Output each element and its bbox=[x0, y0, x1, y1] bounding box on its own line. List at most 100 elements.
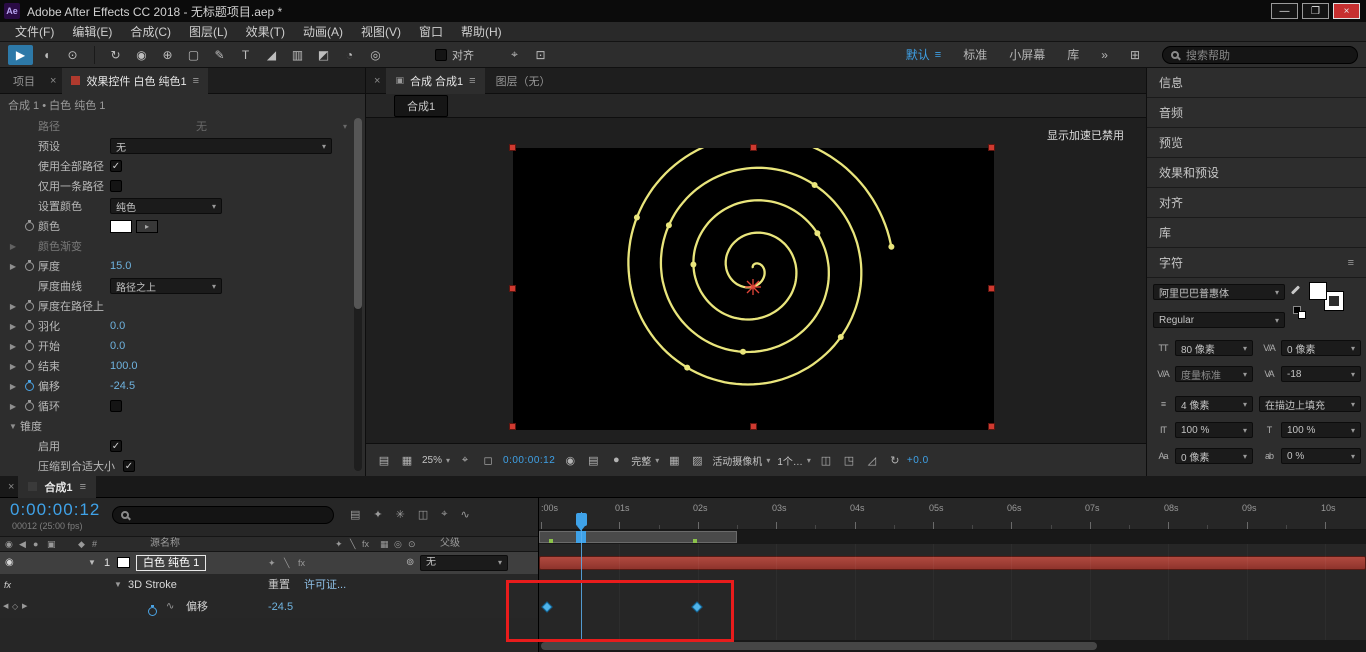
compress-checkbox[interactable] bbox=[123, 460, 135, 472]
vertical-scale-dropdown[interactable]: 100 %▾ bbox=[1175, 422, 1253, 438]
roto-brush-tool-icon[interactable]: ◔ bbox=[337, 45, 362, 65]
panel-menu-icon[interactable]: ≡ bbox=[193, 75, 199, 87]
stroke-color-swatch[interactable] bbox=[1325, 292, 1343, 310]
effect-row[interactable]: fx ▼ 3D Stroke 重置 许可证... bbox=[0, 574, 538, 596]
graph-editor-icon[interactable]: ∿ bbox=[460, 508, 469, 521]
font-size-dropdown[interactable]: 80 像素▾ bbox=[1175, 340, 1253, 356]
parent-dropdown[interactable]: 无▾ bbox=[420, 555, 508, 571]
camera-tool-icon[interactable]: ◉ bbox=[129, 45, 154, 65]
panel-tab-preview[interactable]: 预览 bbox=[1147, 128, 1366, 158]
hide-shy-icon[interactable]: ✳ bbox=[396, 508, 405, 521]
panel-tab-info[interactable]: 信息 bbox=[1147, 68, 1366, 98]
composition-viewport[interactable]: 显示加速已禁用 bbox=[366, 118, 1146, 443]
property-value[interactable]: 15.0 bbox=[110, 260, 131, 272]
eraser-tool-icon[interactable]: ◩ bbox=[311, 45, 336, 65]
selection-handle[interactable] bbox=[988, 144, 995, 151]
menu-animation[interactable]: 动画(A) bbox=[294, 23, 352, 40]
snapshot-icon[interactable]: ◉ bbox=[562, 454, 578, 467]
puppet-pin-tool-icon[interactable]: ◎ bbox=[363, 45, 388, 65]
composition-chip[interactable]: 合成1 bbox=[394, 95, 448, 117]
menu-window[interactable]: 窗口 bbox=[410, 23, 452, 40]
color-swatch[interactable] bbox=[110, 220, 132, 233]
angle-icon[interactable]: ◿ bbox=[864, 454, 880, 467]
stopwatch-icon[interactable] bbox=[20, 222, 38, 231]
pen-tool-icon[interactable]: ✎ bbox=[207, 45, 232, 65]
property-row-offset[interactable]: ◀ ◇ ▶ ∿ 偏移 -24.5 bbox=[0, 596, 538, 618]
all-paths-checkbox[interactable] bbox=[110, 160, 122, 172]
horizontal-scale-dropdown[interactable]: 100 %▾ bbox=[1281, 422, 1361, 438]
selection-handle[interactable] bbox=[750, 144, 757, 151]
selection-handle[interactable] bbox=[509, 285, 516, 292]
workspace-library[interactable]: 库 bbox=[1067, 46, 1079, 63]
fill-color-swatch[interactable] bbox=[1309, 282, 1327, 300]
expand-arrow-icon[interactable]: ▶ bbox=[6, 242, 20, 251]
menu-composition[interactable]: 合成(C) bbox=[121, 23, 180, 40]
fx-switch-icon[interactable]: fx bbox=[298, 552, 305, 574]
snap-box-icon[interactable]: ⊡ bbox=[528, 45, 553, 65]
tracking-dropdown[interactable]: -18▾ bbox=[1281, 366, 1361, 382]
effect-panel-scrollbar[interactable] bbox=[354, 118, 362, 471]
work-area-bar[interactable] bbox=[539, 530, 1366, 544]
motion-blur-icon[interactable]: ⌖ bbox=[441, 508, 447, 521]
show-channel-icon[interactable]: ● bbox=[608, 454, 624, 466]
mask-toggle-icon[interactable]: ◻ bbox=[480, 454, 496, 467]
chevron-down-icon[interactable]: ▾ bbox=[343, 122, 347, 131]
type-tool-icon[interactable]: T bbox=[233, 45, 258, 65]
close-panel-icon[interactable]: × bbox=[4, 481, 18, 493]
brush-tool-icon[interactable]: ◢ bbox=[259, 45, 284, 65]
panel-menu-icon[interactable]: ≡ bbox=[469, 75, 475, 87]
expand-arrow-icon[interactable]: ▶ bbox=[6, 302, 20, 311]
current-timecode[interactable]: 0:00:00:12 bbox=[10, 500, 100, 520]
workspace-menu-icon[interactable]: ≡ bbox=[935, 49, 941, 61]
property-name[interactable]: 偏移 bbox=[186, 596, 208, 618]
layer-row[interactable]: ◉ ▼ 1 白色 纯色 1 ✦ ╲ fx ⊚ 无▾ bbox=[0, 552, 538, 574]
fill-stroke-order-dropdown[interactable]: 在描边上填充▾ bbox=[1259, 396, 1361, 412]
reset-exposure-icon[interactable]: ↻ bbox=[887, 454, 903, 467]
property-value[interactable]: 100.0 bbox=[110, 360, 138, 372]
metrics-dropdown[interactable]: 度量标准▾ bbox=[1175, 366, 1253, 382]
snapping-checkbox[interactable] bbox=[435, 49, 447, 61]
work-area-segment[interactable] bbox=[539, 531, 737, 543]
selection-handle[interactable] bbox=[750, 423, 757, 430]
frame-blend-icon[interactable]: ◫ bbox=[418, 508, 428, 521]
panel-tab-library[interactable]: 库 bbox=[1147, 218, 1366, 248]
effect-reset-button[interactable]: 重置 bbox=[268, 574, 290, 596]
pixel-aspect-icon[interactable]: ◫ bbox=[818, 454, 834, 467]
default-colors-icon[interactable] bbox=[1298, 311, 1306, 319]
view-layout-dropdown[interactable]: 1个…▾ bbox=[777, 453, 811, 468]
expand-view-icon[interactable]: ◳ bbox=[841, 454, 857, 467]
parent-pickwhip-icon[interactable]: ⊚ bbox=[406, 552, 414, 574]
effect-name[interactable]: 3D Stroke bbox=[128, 574, 177, 596]
clone-stamp-tool-icon[interactable]: ▥ bbox=[285, 45, 310, 65]
selection-handle[interactable] bbox=[988, 285, 995, 292]
tsume-dropdown[interactable]: 0 %▾ bbox=[1281, 448, 1361, 464]
stopwatch-icon[interactable] bbox=[20, 362, 38, 371]
resolution-dropdown[interactable]: 完整▾ bbox=[631, 453, 659, 468]
loop-checkbox[interactable] bbox=[110, 400, 122, 412]
stopwatch-icon[interactable] bbox=[20, 302, 38, 311]
panel-tab-align[interactable]: 对齐 bbox=[1147, 188, 1366, 218]
keyframe-add-icon[interactable]: ◇ bbox=[12, 596, 18, 618]
expand-arrow-icon[interactable]: ▶ bbox=[6, 362, 20, 371]
eyedropper-icon[interactable] bbox=[1289, 284, 1301, 298]
show-snapshot-icon[interactable]: ▤ bbox=[585, 454, 601, 467]
minimize-button[interactable]: — bbox=[1271, 3, 1298, 19]
panel-tab-character[interactable]: 字符 ≡ bbox=[1147, 248, 1366, 278]
selection-handle[interactable] bbox=[509, 423, 516, 430]
stopwatch-active-icon[interactable] bbox=[148, 602, 157, 624]
close-panel-icon[interactable]: × bbox=[46, 75, 60, 87]
effect-license-link[interactable]: 许可证... bbox=[304, 574, 346, 596]
workspace-overflow[interactable]: » bbox=[1101, 48, 1108, 62]
selection-handle[interactable] bbox=[988, 423, 995, 430]
hand-tool-icon[interactable]: ◖ bbox=[34, 45, 59, 65]
graph-icon[interactable]: ∿ bbox=[166, 596, 174, 618]
tab-project[interactable]: 项目 bbox=[4, 68, 44, 94]
tab-layer-viewer[interactable]: 图层（无） bbox=[487, 68, 560, 94]
spiral-control-points[interactable] bbox=[634, 148, 895, 371]
expand-arrow-icon[interactable]: ▶ bbox=[6, 402, 20, 411]
menu-effect[interactable]: 效果(T) bbox=[237, 23, 294, 40]
expand-arrow-icon[interactable]: ▶ bbox=[6, 342, 20, 351]
layer-name[interactable]: 白色 纯色 1 bbox=[136, 555, 206, 571]
stopwatch-active-icon[interactable] bbox=[20, 382, 38, 391]
menu-layer[interactable]: 图层(L) bbox=[180, 23, 237, 40]
